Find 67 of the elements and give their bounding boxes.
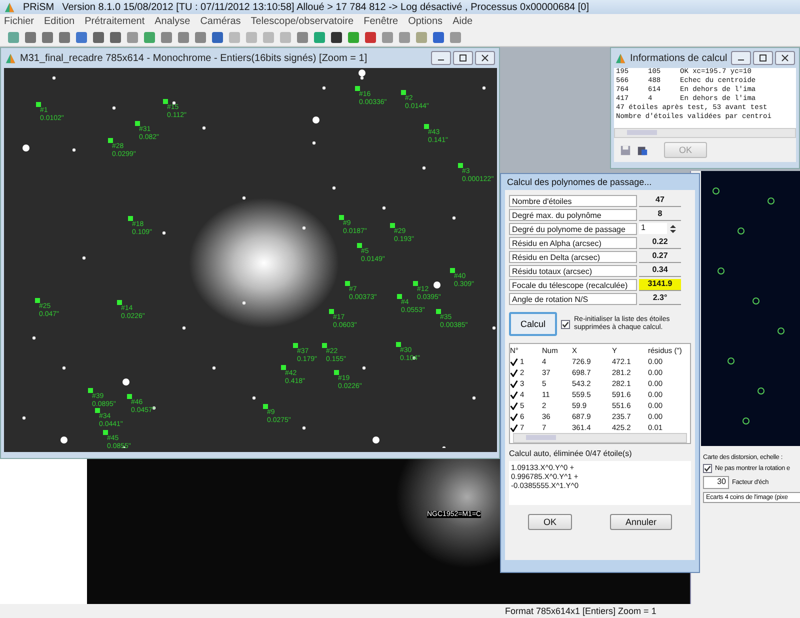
- close-icon: [481, 54, 489, 62]
- field-label: Degré max. du polynôme: [509, 208, 637, 220]
- pyramid-logo-icon: [4, 2, 15, 12]
- window-title: M31_final_recadre 785x614 - Monochrome - Entiers(16bits signés) [Zoom = 1]: [20, 52, 368, 64]
- check-mark-icon[interactable]: [510, 380, 518, 388]
- close-button[interactable]: [475, 51, 495, 65]
- menu-item[interactable]: Caméras: [200, 16, 241, 26]
- status-text: Format 785x614x1 [Entiers] Zoom = 1: [505, 606, 656, 616]
- maximize-icon: [759, 54, 768, 62]
- toolbar-icon[interactable]: [331, 32, 342, 42]
- menu-item[interactable]: Prétraitement: [84, 16, 145, 26]
- check-mark-icon[interactable]: [510, 412, 518, 420]
- reset-checkbox[interactable]: [561, 320, 570, 328]
- toolbar-icon[interactable]: [212, 32, 223, 42]
- field-label: Résidu en Alpha (arcsec): [509, 236, 637, 248]
- check-mark-icon[interactable]: [510, 402, 518, 410]
- field-value: 8: [639, 208, 681, 220]
- spinner-arrows-icon[interactable]: [669, 224, 677, 234]
- menu-item[interactable]: Analyse: [154, 16, 190, 26]
- pyramid-logo-icon: [615, 52, 626, 64]
- clipboard-icon[interactable]: [637, 144, 648, 156]
- field-value: 2.3°: [639, 292, 681, 304]
- horizontal-scrollbar[interactable]: [614, 128, 796, 138]
- menu-item[interactable]: Options: [408, 16, 443, 26]
- field-value: 3141.9: [639, 278, 681, 290]
- maximize-button[interactable]: [753, 51, 774, 65]
- toolbar-icon[interactable]: [433, 32, 444, 42]
- app-title: Version 8.1.0 15/08/2012 [TU : 07/11/2012 13:10:58] Alloué > 17 784 812 -> Log désactivé , Processus 0x00000684 [0]: [62, 2, 589, 12]
- status-text: Calcul auto, éliminée 0/47 étoile(s): [509, 448, 633, 458]
- menu-item[interactable]: Telescope/observatoire: [250, 16, 354, 26]
- dialog-button[interactable]: OK: [528, 514, 572, 530]
- maximize-icon: [459, 54, 467, 62]
- check-mark-icon[interactable]: [510, 390, 518, 398]
- menu-item[interactable]: Edition: [44, 16, 75, 26]
- window-title: Informations de calcul: [630, 52, 728, 64]
- field-label: Angle de rotation N/S: [509, 292, 637, 304]
- field-value: 0.27: [639, 250, 681, 262]
- field-value: 0.22: [639, 236, 681, 248]
- horizontal-scrollbar[interactable]: [513, 433, 687, 443]
- toolbar-icon[interactable]: [110, 32, 121, 42]
- field-label: Résidu en Delta (arcsec): [509, 250, 637, 262]
- check-mark-icon[interactable]: [510, 424, 518, 432]
- app-name: PRiSM: [23, 2, 54, 12]
- field-label: Focale du télescope (recalculée): [509, 278, 637, 290]
- field-label: Degré du polynome de passage: [509, 222, 637, 234]
- dialog-button[interactable]: Annuler: [610, 514, 672, 530]
- check-mark-icon[interactable]: [510, 358, 518, 366]
- field-label: Nombre d'étoiles: [509, 194, 637, 206]
- close-icon: [781, 54, 790, 62]
- degree-spinner[interactable]: 1: [639, 223, 667, 234]
- pyramid-logo-icon: [5, 52, 16, 64]
- calcul-button[interactable]: Calcul: [509, 312, 557, 336]
- field-label: Résidu totaux (arcsec): [509, 264, 637, 276]
- menu-item[interactable]: Aide: [452, 16, 473, 26]
- maximize-button[interactable]: [453, 51, 473, 65]
- minimize-button[interactable]: [731, 51, 752, 65]
- scale-field[interactable]: 30: [703, 476, 729, 489]
- close-button[interactable]: [775, 51, 796, 65]
- menu-item[interactable]: Fichier: [4, 16, 34, 26]
- menu-item[interactable]: Fenêtre: [364, 16, 398, 26]
- field-value: 0.34: [639, 264, 681, 276]
- minimize-button[interactable]: [431, 51, 451, 65]
- field-value: 47: [639, 194, 681, 206]
- rotation-checkbox[interactable]: [703, 464, 712, 473]
- dialog-title: Calcul des polynomes de passage...: [506, 176, 653, 189]
- check-mark-icon[interactable]: [510, 368, 518, 376]
- toolbar-icon[interactable]: [93, 32, 104, 42]
